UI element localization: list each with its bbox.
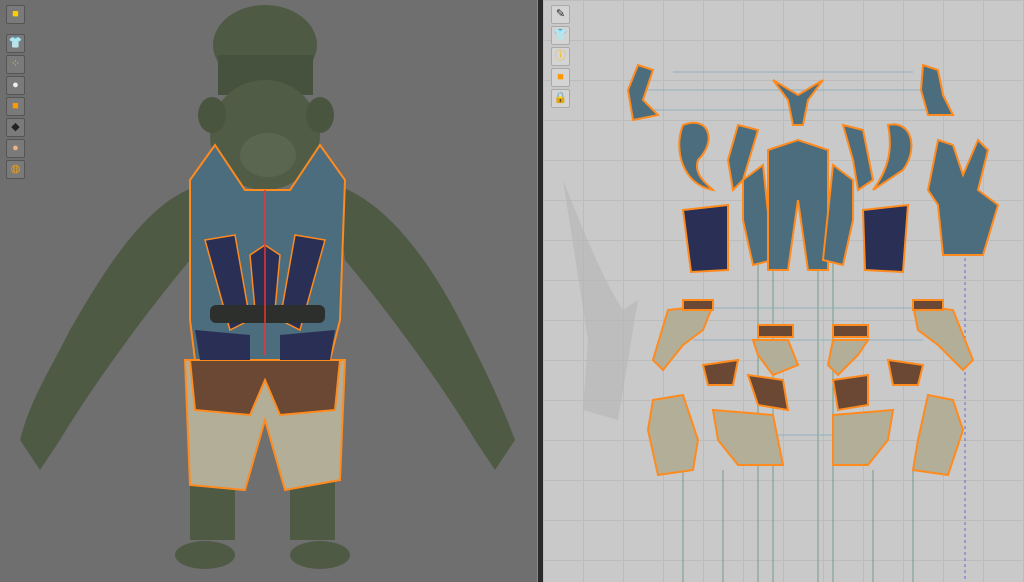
skin-icon[interactable]: ● [6,139,25,158]
avatar-cube-icon[interactable]: ■ [6,5,25,24]
texture-icon[interactable]: ■ [551,68,570,87]
3d-toolbar: ■ 👕 ⁘ ● ■ ◆ ● ◍ [6,5,25,179]
info-icon[interactable]: ⓘ [551,47,570,66]
2d-toolbar: ✎ 👕 ⓘ ■ 🔒 [551,5,570,108]
shading-icon[interactable]: ◆ [6,118,25,137]
pen-tool-icon[interactable]: ✎ [551,5,570,24]
2d-pattern-viewport[interactable]: ✎ 👕 ⓘ ■ 🔒 [543,0,1024,582]
wireframe-globe-icon[interactable]: ◍ [6,160,25,179]
garment-shirt-icon[interactable]: 👕 [6,34,25,53]
garment-view-icon[interactable]: 👕 [551,26,570,45]
lock-garment-icon[interactable]: 🔒 [551,89,570,108]
texture-icon[interactable]: ■ [6,97,25,116]
points-icon[interactable]: ⁘ [6,55,25,74]
avatar-3d-model [20,5,515,569]
avatar-person-icon[interactable]: ● [6,76,25,95]
pattern-pieces [563,63,1000,582]
3d-viewport[interactable]: ■ 👕 ⁘ ● ■ ◆ ● ◍ [0,0,537,582]
